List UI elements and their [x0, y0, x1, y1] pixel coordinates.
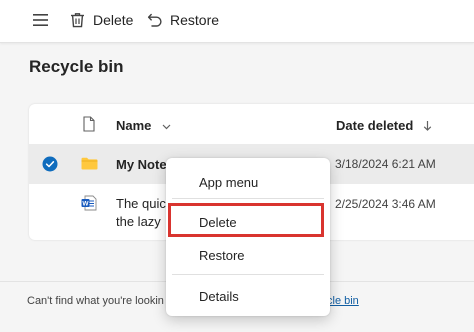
page-title: Recycle bin [29, 57, 124, 76]
row-name-line2: the lazy [116, 214, 161, 229]
name-column-header[interactable]: Name [116, 118, 171, 133]
restore-label: Restore [170, 12, 220, 28]
hamburger-icon [33, 14, 48, 26]
highlight-box [168, 203, 324, 237]
checkmark-circle-icon[interactable] [42, 156, 58, 172]
trash-icon [71, 13, 84, 28]
row-name-line1: The quic [116, 196, 166, 211]
delete-label: Delete [93, 12, 134, 28]
chevron-down-icon [162, 124, 171, 129]
menu-item-details[interactable]: Details [199, 289, 239, 304]
menu-separator [172, 198, 324, 199]
menu-item-app-menu[interactable]: App menu [199, 175, 258, 190]
svg-text:W: W [82, 201, 89, 208]
context-menu: App menu Delete Restore Details [166, 158, 330, 316]
name-column-label: Name [116, 118, 152, 133]
row-name: My Note [116, 157, 167, 172]
menu-item-restore[interactable]: Restore [199, 248, 245, 263]
menu-separator [172, 274, 324, 275]
restore-button[interactable]: Restore [147, 0, 219, 40]
delete-button[interactable]: Delete [70, 0, 133, 40]
row-name: The quic the lazy [116, 195, 166, 231]
row-date-deleted: 3/18/2024 6:21 AM [335, 157, 436, 171]
row-date-deleted: 2/25/2024 3:46 AM [335, 197, 436, 211]
footer-help-text: Can't find what you're lookin [27, 295, 164, 307]
date-deleted-column-header[interactable]: Date deleted [336, 118, 432, 133]
command-bar: Delete Restore [0, 0, 474, 43]
folder-icon [81, 157, 98, 170]
word-document-icon: W [81, 195, 97, 211]
file-icon [83, 116, 95, 132]
footer-link[interactable]: cle bin [327, 295, 359, 307]
date-deleted-column-label: Date deleted [336, 118, 414, 133]
navigation-menu-button[interactable] [33, 0, 49, 40]
restore-arrow-icon [147, 13, 162, 27]
sort-descending-icon [423, 121, 432, 131]
